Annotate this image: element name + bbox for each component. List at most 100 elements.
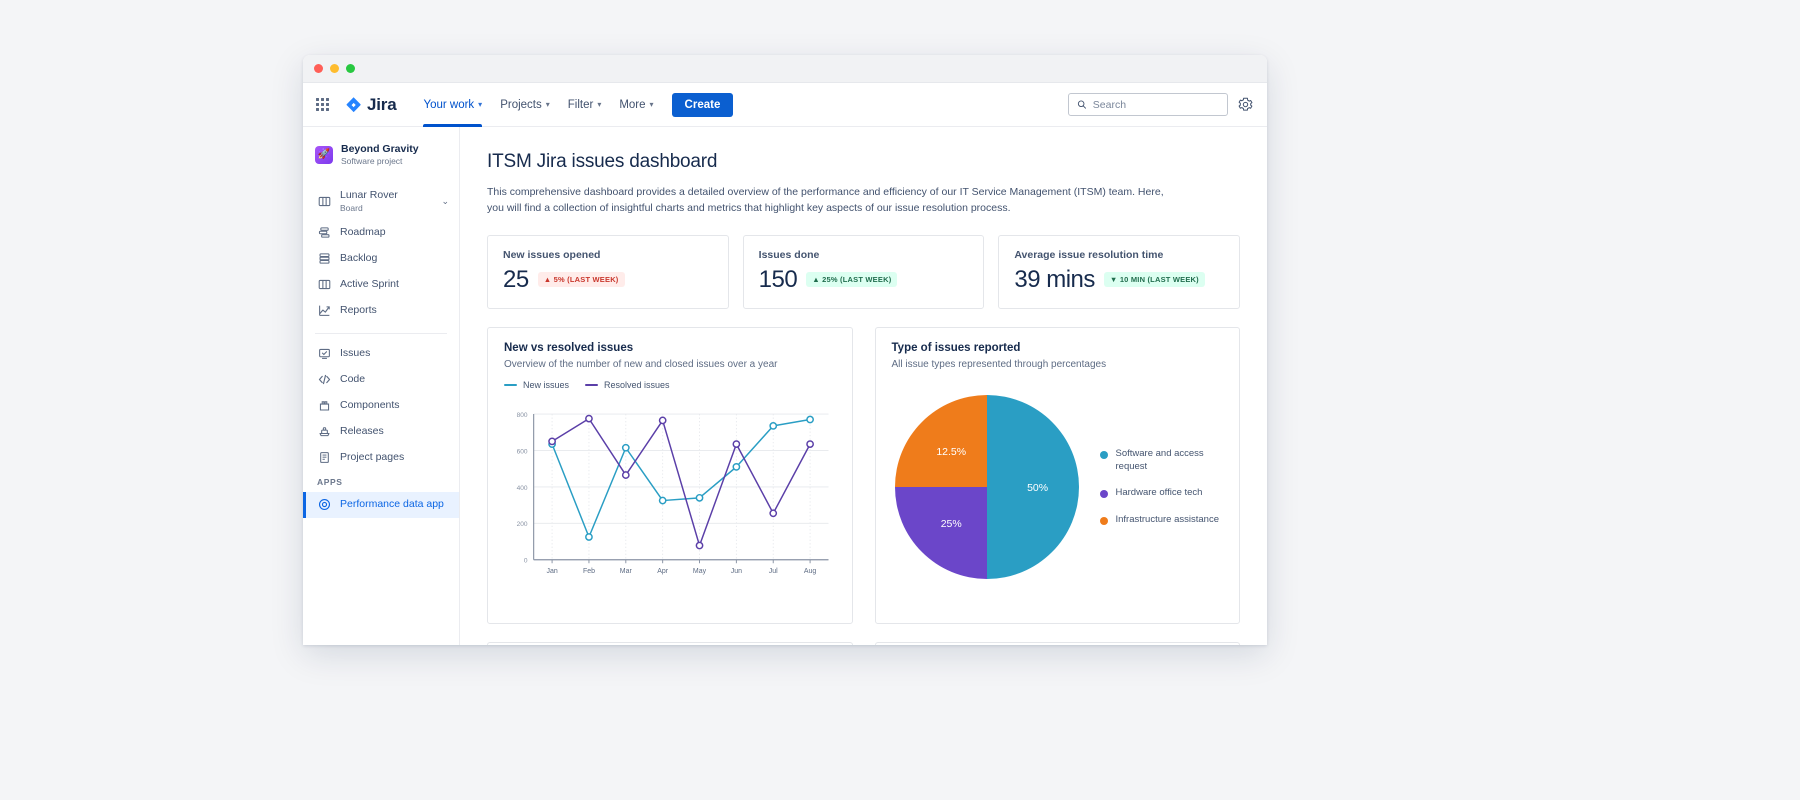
legend-item-software-access[interactable]: Software and access request: [1099, 447, 1221, 474]
chevron-down-icon[interactable]: ⌄: [441, 196, 449, 207]
nav-item-your-work-label: Your work: [423, 98, 475, 111]
sidebar-nav-primary: Lunar Rover Board ⌄ Roadmap Backlog Acti…: [303, 183, 459, 518]
chart-title: New vs resolved issues: [504, 341, 634, 354]
window-titlebar: [303, 55, 1267, 83]
svg-text:Aug: Aug: [804, 568, 817, 575]
stat-value: 25: [503, 265, 529, 293]
search-input[interactable]: [1092, 98, 1219, 111]
legend-item-resolved-issues[interactable]: Resolved issues: [585, 380, 670, 390]
status-badge: ▼ 10 MIN (LAST WEEK): [1103, 272, 1205, 288]
svg-text:400: 400: [517, 485, 528, 492]
svg-text:Feb: Feb: [583, 568, 595, 575]
chart-card-new-vs-resolved: New vs resolved issues Overview of the n…: [487, 326, 853, 624]
nav-item-your-work[interactable]: Your work ▾: [414, 83, 491, 127]
legend-swatch-software-access: [1099, 450, 1108, 459]
stat-card-new-issues-opened: New issues opened 25 ▲ 5% (LAST WEEK): [487, 234, 729, 309]
roadmap-icon: [317, 226, 331, 240]
legend-swatch-new-issues: [504, 383, 517, 387]
sidebar-item-active-sprint[interactable]: Active Sprint: [303, 272, 459, 298]
stat-value-row: 39 mins ▼ 10 MIN (LAST WEEK): [1014, 265, 1224, 293]
stat-value: 39 mins: [1014, 265, 1095, 293]
sidebar-item-performance-data-app-label: Performance data app: [340, 498, 444, 511]
svg-text:800: 800: [517, 412, 528, 419]
svg-text:0: 0: [524, 558, 528, 565]
line-chart-legend: New issues Resolved issues: [504, 380, 836, 390]
legend-swatch-infrastructure-assistance: [1099, 517, 1108, 526]
window-minimize-button[interactable]: [330, 64, 339, 73]
backlog-icon: [317, 252, 331, 266]
window-maximize-button[interactable]: [346, 64, 355, 73]
sidebar-item-roadmap-label: Roadmap: [340, 226, 386, 239]
stat-label: Issues done: [758, 248, 820, 261]
window-close-button[interactable]: [314, 64, 323, 73]
sidebar-item-roadmap[interactable]: Roadmap: [303, 220, 459, 246]
status-badge-text: 25% (LAST WEEK): [822, 275, 892, 285]
sidebar-item-code[interactable]: Code: [303, 367, 459, 393]
svg-text:Mar: Mar: [620, 568, 633, 575]
project-header[interactable]: 🚀 Beyond Gravity Software project: [303, 143, 459, 167]
legend-item-hardware-office-tech[interactable]: Hardware office tech: [1099, 487, 1221, 500]
chart-card-partial-right: [874, 641, 1240, 645]
chart-subtitle: All issue types represented through perc…: [891, 358, 1107, 370]
chart-card-partial-left: [487, 641, 853, 645]
legend-label-infrastructure-assistance: Infrastructure assistance: [1115, 514, 1220, 526]
jira-wordmark: Jira: [367, 94, 397, 114]
code-icon: [317, 373, 331, 387]
browser-window: Jira Your work ▾ Projects ▾ Filter ▾ Mor…: [303, 55, 1267, 645]
stat-label: Average issue resolution time: [1014, 248, 1164, 261]
board-columns-icon: [317, 195, 331, 209]
sidebar-item-project-pages-label: Project pages: [340, 451, 405, 464]
project-name: Beyond Gravity: [341, 143, 419, 155]
sidebar-item-components[interactable]: Components: [303, 393, 459, 419]
chart-card-row: New vs resolved issues Overview of the n…: [487, 326, 1240, 624]
top-navigation-bar: Jira Your work ▾ Projects ▾ Filter ▾ Mor…: [303, 83, 1267, 127]
sidebar-divider: [315, 332, 447, 334]
chevron-down-icon: ▾: [649, 100, 654, 109]
search-box[interactable]: [1068, 93, 1228, 116]
sidebar-item-code-label: Code: [340, 373, 366, 386]
stat-value-row: 150 ▲ 25% (LAST WEEK): [759, 266, 969, 293]
legend-item-infrastructure-assistance[interactable]: Infrastructure assistance: [1099, 514, 1221, 527]
legend-label-software-access: Software and access request: [1115, 447, 1204, 472]
sidebar-item-releases[interactable]: Releases: [303, 419, 459, 445]
nav-item-more[interactable]: More ▾: [610, 83, 662, 127]
legend-label-hardware-office-tech: Hardware office tech: [1115, 487, 1203, 499]
gear-icon[interactable]: [1238, 97, 1253, 112]
pie-chart-svg: 50% 25% 12.5%: [894, 395, 1079, 580]
stat-value-row: 25 ▲ 5% (LAST WEEK): [503, 265, 713, 293]
svg-text:Apr: Apr: [657, 568, 669, 575]
app-body: 🚀 Beyond Gravity Software project Lunar …: [303, 127, 1267, 645]
svg-text:12.5%: 12.5%: [936, 447, 966, 459]
rocket-icon: 🚀: [315, 146, 333, 165]
project-type: Software project: [341, 156, 403, 167]
sidebar-item-reports-label: Reports: [340, 304, 377, 317]
chevron-down-icon: ▾: [545, 100, 550, 109]
create-button[interactable]: Create: [671, 92, 734, 117]
sidebar-item-project-pages[interactable]: Project pages: [303, 445, 459, 471]
status-badge-text: 10 MIN (LAST WEEK): [1119, 275, 1199, 285]
chart-card-issue-types: Type of issues reported All issue types …: [874, 326, 1240, 624]
sidebar-item-lunar-rover-sub: Board: [340, 202, 363, 213]
sidebar-item-lunar-rover[interactable]: Lunar Rover Board ⌄: [303, 183, 459, 220]
page-title: ITSM Jira issues dashboard: [487, 151, 718, 172]
components-icon: [317, 399, 331, 413]
nav-item-filter[interactable]: Filter ▾: [559, 83, 611, 127]
bottom-card-row: [487, 641, 1240, 645]
sidebar-item-performance-data-app[interactable]: Performance data app: [303, 491, 459, 518]
jira-logo[interactable]: Jira: [345, 94, 397, 115]
svg-text:Jan: Jan: [546, 568, 557, 575]
sidebar-item-issues[interactable]: Issues: [303, 341, 459, 367]
nav-item-projects[interactable]: Projects ▾: [491, 83, 559, 127]
legend-label-new-issues: New issues: [523, 379, 570, 390]
status-badge-text: 5% (LAST WEEK): [553, 275, 619, 285]
project-sidebar: 🚀 Beyond Gravity Software project Lunar …: [303, 127, 460, 645]
sidebar-item-reports[interactable]: Reports: [303, 298, 459, 324]
legend-item-new-issues[interactable]: New issues: [504, 380, 569, 390]
grid-apps-icon[interactable]: [316, 98, 329, 111]
sidebar-item-backlog[interactable]: Backlog: [303, 246, 459, 272]
line-chart-plot: 0 200 400 600 800 Jan Feb Mar Apr May Jun Jul Aug: [504, 394, 836, 604]
stat-card-issues-done: Issues done 150 ▲ 25% (LAST WEEK): [742, 234, 985, 309]
releases-ship-icon: [317, 425, 331, 439]
sidebar-item-components-label: Components: [340, 399, 400, 412]
chevron-down-icon: ▾: [478, 100, 483, 109]
